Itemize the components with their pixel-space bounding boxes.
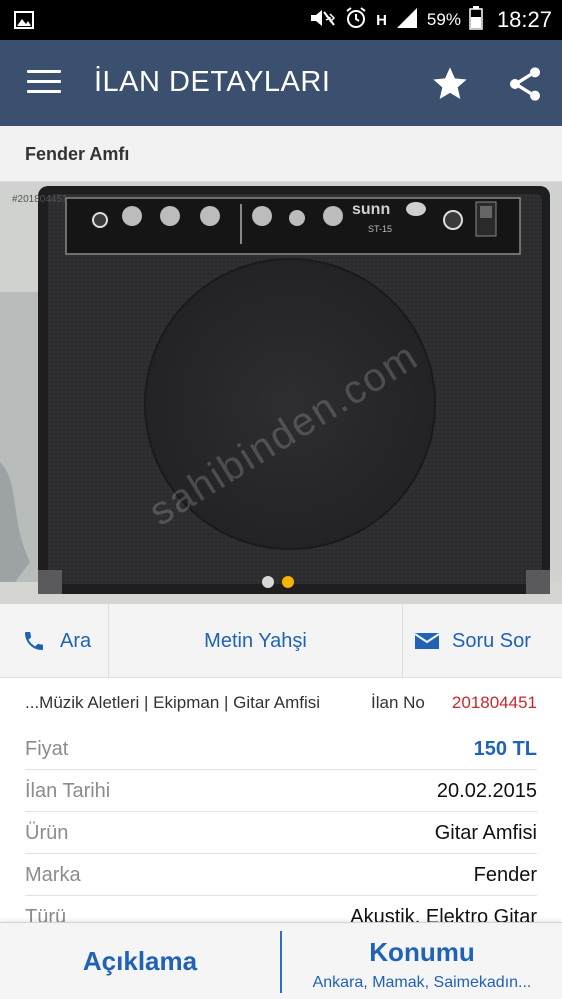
detail-label: Ürün — [25, 822, 69, 844]
mute-icon — [308, 7, 336, 34]
breadcrumb: ...Müzik Aletleri | Ekipman | Gitar Amfi… — [25, 693, 537, 717]
listing-title-bar: Fender Amfı — [0, 126, 562, 182]
svg-text:ST-15: ST-15 — [368, 224, 392, 234]
tab-description-label: Açıklama — [82, 946, 198, 976]
menu-icon[interactable] — [27, 70, 61, 96]
star-icon[interactable] — [430, 64, 470, 104]
listing-no-value: 201804451 — [451, 693, 537, 712]
detail-value: Fender — [473, 864, 537, 886]
page-title: İLAN DETAYLARI — [94, 66, 331, 98]
tab-description[interactable]: Açıklama — [0, 923, 280, 999]
tab-location-value: Ankara, Mamak, Saimekadın... — [312, 974, 532, 991]
pager-dot[interactable] — [262, 576, 274, 588]
listing-title: Fender Amfı — [25, 144, 130, 164]
call-button[interactable]: Ara — [22, 604, 91, 678]
detail-row-date: İlan Tarihi 20.02.2015 — [25, 770, 537, 812]
listing-no-label: İlan No — [371, 693, 425, 712]
detail-row-price: Fiyat 150 TL — [25, 728, 537, 770]
image-icon — [14, 10, 34, 35]
seller-name-button[interactable]: Metin Yahşi — [108, 604, 403, 678]
seller-name: Metin Yahşi — [204, 629, 307, 652]
tab-location[interactable]: Konumu Ankara, Mamak, Saimekadın... — [282, 923, 562, 999]
clock: 18:27 — [496, 7, 552, 32]
pager-dot-active[interactable] — [282, 576, 294, 588]
detail-value: 20.02.2015 — [436, 780, 537, 802]
price-value: 150 TL — [473, 738, 537, 760]
detail-label: Marka — [25, 864, 81, 886]
listing-photo[interactable]: sunn ST-15 #201804451 sahibinden.com — [0, 182, 562, 604]
detail-label: İlan Tarihi — [25, 780, 111, 802]
call-label: Ara — [60, 629, 92, 652]
photo-listing-id: #201804451 — [12, 194, 68, 205]
signal-icon — [395, 7, 419, 34]
ask-question-label: Soru Sor — [452, 629, 531, 652]
app-bar: İLAN DETAYLARI — [0, 40, 562, 126]
detail-row-product: Ürün Gitar Amfisi — [25, 812, 537, 854]
alarm-icon — [344, 6, 368, 35]
amplifier-image: sunn ST-15 — [0, 182, 562, 604]
mail-icon — [414, 633, 440, 649]
ask-question-button[interactable]: Soru Sor — [414, 604, 531, 678]
share-icon[interactable] — [505, 64, 545, 104]
battery-icon — [469, 5, 483, 35]
battery-percent: 59% — [426, 10, 461, 29]
svg-text:sunn: sunn — [352, 201, 390, 218]
tab-location-label: Konumu — [369, 937, 475, 967]
detail-row-brand: Marka Fender — [25, 854, 537, 896]
phone-icon — [25, 632, 43, 650]
contact-actions: Ara Metin Yahşi Soru Sor — [0, 604, 562, 678]
detail-label: Fiyat — [25, 738, 69, 760]
detail-value: Gitar Amfisi — [434, 822, 537, 844]
category-path[interactable]: ...Müzik Aletleri | Ekipman | Gitar Amfi… — [25, 693, 320, 713]
network-type-indicator: H — [376, 11, 387, 29]
photo-pager — [262, 576, 294, 588]
listing-details: Fiyat 150 TL İlan Tarihi 20.02.2015 Ürün… — [25, 728, 537, 938]
status-bar: H 59% 18:27 — [0, 0, 562, 40]
bottom-tab-bar: Açıklama Konumu Ankara, Mamak, Saimekadı… — [0, 922, 562, 999]
